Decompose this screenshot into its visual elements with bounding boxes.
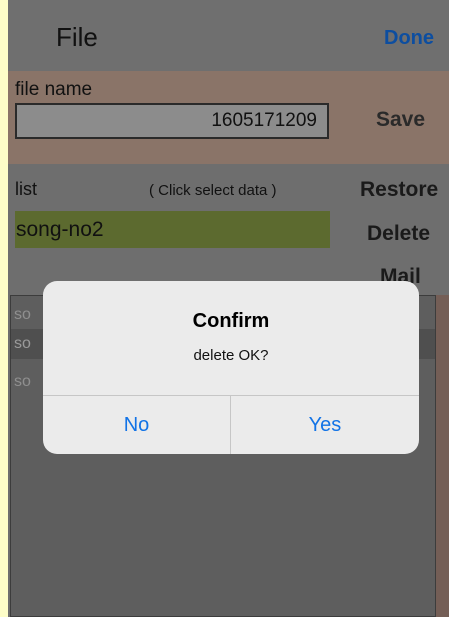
no-button[interactable]: No	[43, 396, 230, 454]
confirm-dialog: Confirm delete OK? No Yes	[43, 281, 419, 454]
dialog-overlay: Confirm delete OK? No Yes	[0, 0, 449, 617]
dialog-message: delete OK?	[193, 347, 269, 364]
dialog-title: Confirm	[192, 310, 270, 332]
yes-button[interactable]: Yes	[231, 396, 419, 454]
